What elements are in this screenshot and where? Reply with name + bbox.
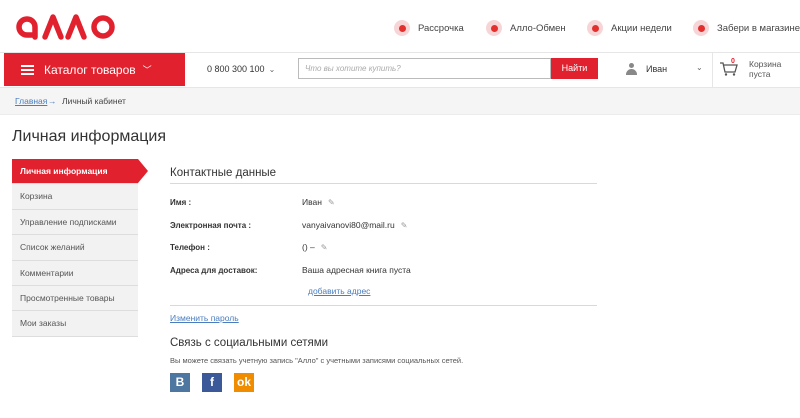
- breadcrumb-home-link[interactable]: Главная: [15, 96, 47, 106]
- address-value: Ваша адресная книга пуста: [302, 265, 411, 275]
- phone-value: () –: [302, 242, 315, 252]
- sidebar-item-wishlist[interactable]: Список желаний: [12, 235, 138, 261]
- catalog-button[interactable]: Каталог товаров ﹀: [4, 53, 185, 86]
- location-icon: [693, 20, 709, 36]
- divider: [170, 183, 597, 184]
- phone-number[interactable]: 0 800 300 100 ⌄: [207, 64, 275, 74]
- phone-value-row: () – ✎: [302, 242, 327, 252]
- sidebar-item-orders[interactable]: Мои заказы: [12, 311, 138, 337]
- name-label: Имя :: [170, 198, 192, 207]
- user-icon: [626, 63, 637, 75]
- menu-icon: [21, 64, 34, 75]
- change-password-link[interactable]: Изменить пароль: [170, 313, 239, 323]
- email-value: vanyaivanovi80@mail.ru: [302, 220, 395, 230]
- social-description: Вы можете связать учетную запись "Алло" …: [170, 356, 464, 365]
- cart-count: 0: [731, 58, 735, 65]
- installment-icon: [394, 20, 410, 36]
- promo-label: Акции недели: [611, 22, 672, 34]
- phone-label: Телефон :: [170, 243, 210, 252]
- vk-icon[interactable]: В: [170, 373, 190, 392]
- allo-logo[interactable]: [15, 11, 120, 41]
- divider: [170, 305, 597, 306]
- divider: [712, 53, 713, 87]
- pickup-label: Забери в магазине: [717, 22, 800, 34]
- exchange-label: Алло-Обмен: [510, 22, 566, 34]
- contact-section-title: Контактные данные: [170, 167, 277, 179]
- chevron-down-icon: ⌄: [268, 64, 276, 74]
- sidebar-item-subscriptions[interactable]: Управление подписками: [12, 209, 138, 236]
- email-value-row: vanyaivanovi80@mail.ru ✎: [302, 220, 407, 230]
- facebook-icon[interactable]: f: [202, 373, 222, 392]
- search-button[interactable]: Найти: [551, 58, 598, 79]
- breadcrumb-current: Личный кабинет: [62, 96, 126, 106]
- cart-label: Корзина пуста: [749, 59, 782, 79]
- chevron-down-icon[interactable]: ⌄: [696, 63, 703, 72]
- sidebar-item-comments[interactable]: Комментарии: [12, 260, 138, 286]
- sidebar-item-personal-info[interactable]: Личная информация: [12, 159, 148, 185]
- odnoklassniki-icon[interactable]: ok: [234, 373, 254, 392]
- user-name: Иван: [646, 64, 668, 74]
- chevron-down-icon: ﹀: [142, 65, 152, 75]
- edit-pencil-icon[interactable]: ✎: [321, 243, 328, 252]
- search-input[interactable]: Что вы хотите купить?: [298, 58, 551, 79]
- top-header: Рассрочка Алло-Обмен Акции недели Забери…: [0, 0, 800, 52]
- account-sidebar: Личная информация Корзина Управление под…: [12, 159, 148, 337]
- social-section-title: Связь с социальными сетями: [170, 337, 329, 349]
- installment-link[interactable]: Рассрочка: [394, 18, 464, 38]
- cart-button[interactable]: 0 Корзина пуста: [720, 58, 800, 84]
- sidebar-item-cart[interactable]: Корзина: [12, 184, 138, 210]
- breadcrumb: Главная → Личный кабинет: [0, 88, 800, 115]
- phone-label: 0 800 300 100: [207, 64, 265, 74]
- promo-link[interactable]: Акции недели: [587, 18, 672, 38]
- edit-pencil-icon[interactable]: ✎: [401, 221, 408, 230]
- catalog-label: Каталог товаров: [44, 62, 136, 77]
- cart-icon: [720, 62, 738, 76]
- exchange-link[interactable]: Алло-Обмен: [486, 18, 566, 38]
- address-label: Адреса для доставок:: [170, 266, 258, 275]
- exchange-icon: [486, 20, 502, 36]
- promo-icon: [587, 20, 603, 36]
- edit-pencil-icon[interactable]: ✎: [328, 198, 335, 207]
- name-value-row: Иван ✎: [302, 197, 335, 207]
- email-label: Электронная почта :: [170, 221, 252, 230]
- add-address-link[interactable]: добавить адрес: [308, 286, 370, 296]
- name-value: Иван: [302, 197, 322, 207]
- address-value-row: Ваша адресная книга пуста: [302, 265, 411, 275]
- breadcrumb-separator: →: [48, 96, 57, 106]
- sidebar-item-viewed[interactable]: Просмотренные товары: [12, 285, 138, 312]
- installment-label: Рассрочка: [418, 22, 464, 34]
- page-title: Личная информация: [12, 128, 167, 145]
- user-menu[interactable]: Иван: [626, 62, 667, 76]
- pickup-link[interactable]: Забери в магазине: [693, 18, 800, 38]
